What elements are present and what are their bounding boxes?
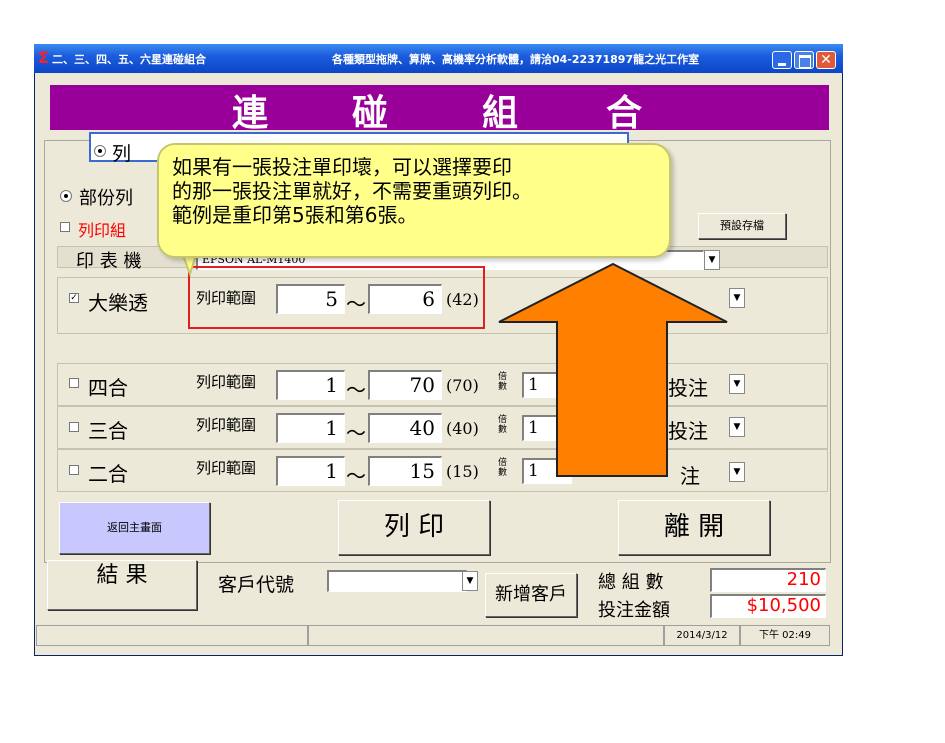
- banner-char-1: 連: [232, 92, 269, 134]
- callout-line-2: 的那一張投注單就好，不需要重頭列印。: [172, 179, 532, 203]
- four-name: 四合: [88, 376, 128, 400]
- three-to-input[interactable]: 40: [368, 413, 442, 443]
- minimize-icon[interactable]: [772, 51, 792, 69]
- callout-line-1: 如果有一張投注單印壞，可以選擇要印: [172, 155, 512, 179]
- four-checkbox[interactable]: [69, 378, 79, 388]
- add-customer-button[interactable]: 新增客戶: [485, 573, 577, 617]
- customer-dropdown-arrow-icon[interactable]: ▼: [462, 571, 478, 591]
- banner-char-4: 合: [606, 92, 643, 134]
- partial-print-radio[interactable]: [60, 190, 72, 202]
- two-from-input[interactable]: 1: [276, 456, 345, 486]
- close-icon[interactable]: ✕: [816, 51, 836, 69]
- banner-char-2: 碰: [352, 92, 389, 134]
- tab-label: 列: [112, 143, 132, 165]
- window-info: 各種類型拖牌、算牌、高機率分析軟體，請洽04-22371897龍之光工作室: [332, 53, 700, 66]
- lotto-checkbox[interactable]: ✓: [69, 293, 79, 303]
- bet-amount-value: $10,500: [710, 594, 826, 618]
- four-bet-dropdown-arrow-icon[interactable]: ▼: [729, 374, 745, 394]
- three-range-sep: ～: [346, 421, 366, 445]
- callout-text: 如果有一張投注單印壞，可以選擇要印 的那一張投注單就好，不需要重頭列印。 範例是…: [172, 155, 532, 227]
- four-from-input[interactable]: 1: [276, 370, 345, 400]
- print-button[interactable]: 列 印: [338, 500, 490, 555]
- window-title: 二、三、四、五、六星連碰組合: [52, 53, 206, 66]
- partial-print-label: 部份列: [79, 188, 133, 209]
- two-to-input[interactable]: 15: [368, 456, 442, 486]
- customer-select[interactable]: [327, 570, 467, 592]
- header-banner: [50, 85, 829, 130]
- two-max: (15): [446, 462, 479, 481]
- app-sigma-icon: Σ: [38, 48, 49, 67]
- up-arrow-icon: [498, 262, 728, 477]
- two-bet-dropdown-arrow-icon[interactable]: ▼: [729, 462, 745, 482]
- range-highlight-box: [188, 266, 485, 329]
- two-range-sep: ～: [346, 464, 366, 488]
- three-bet-dropdown-arrow-icon[interactable]: ▼: [729, 417, 745, 437]
- three-checkbox[interactable]: [69, 422, 79, 432]
- callout-line-3: 範例是重印第5張和第6張。: [172, 203, 418, 227]
- three-max: (40): [446, 419, 479, 438]
- maximize-icon[interactable]: [794, 51, 814, 69]
- status-time: 下午 02:49: [740, 625, 830, 646]
- print-group-checkbox[interactable]: [60, 222, 70, 232]
- lotto-bet-dropdown-arrow-icon[interactable]: ▼: [729, 288, 745, 308]
- four-to-input[interactable]: 70: [368, 370, 442, 400]
- four-range-label: 列印範圍: [196, 373, 257, 391]
- status-date: 2014/3/12: [664, 625, 740, 646]
- back-to-main-button[interactable]: 返回主畫面: [59, 502, 210, 554]
- tab-radio[interactable]: [94, 145, 106, 157]
- customer-label: 客戶代號: [218, 574, 295, 596]
- two-range-label: 列印範圍: [196, 459, 257, 477]
- lotto-name: 大樂透: [88, 291, 148, 315]
- end-button[interactable]: 結 果: [47, 560, 197, 610]
- bet-amount-label: 投注金額: [598, 600, 670, 621]
- status-cell-2: [308, 625, 664, 646]
- leave-button[interactable]: 離 開: [618, 500, 770, 555]
- status-cell-1: [36, 625, 308, 646]
- printer-label: 印 表 機: [76, 251, 142, 272]
- print-group-label: 列印組: [78, 221, 127, 240]
- banner-char-3: 組: [482, 92, 519, 134]
- total-groups-value: 210: [710, 568, 826, 592]
- three-from-input[interactable]: 1: [276, 413, 345, 443]
- two-checkbox[interactable]: [69, 465, 79, 475]
- save-default-button[interactable]: 預設存檔: [698, 213, 786, 239]
- total-groups-label: 總 組 數: [598, 572, 664, 593]
- two-name: 二合: [88, 462, 128, 486]
- four-range-sep: ～: [346, 378, 366, 402]
- four-max: (70): [446, 376, 479, 395]
- three-name: 三合: [88, 419, 128, 443]
- three-range-label: 列印範圍: [196, 416, 257, 434]
